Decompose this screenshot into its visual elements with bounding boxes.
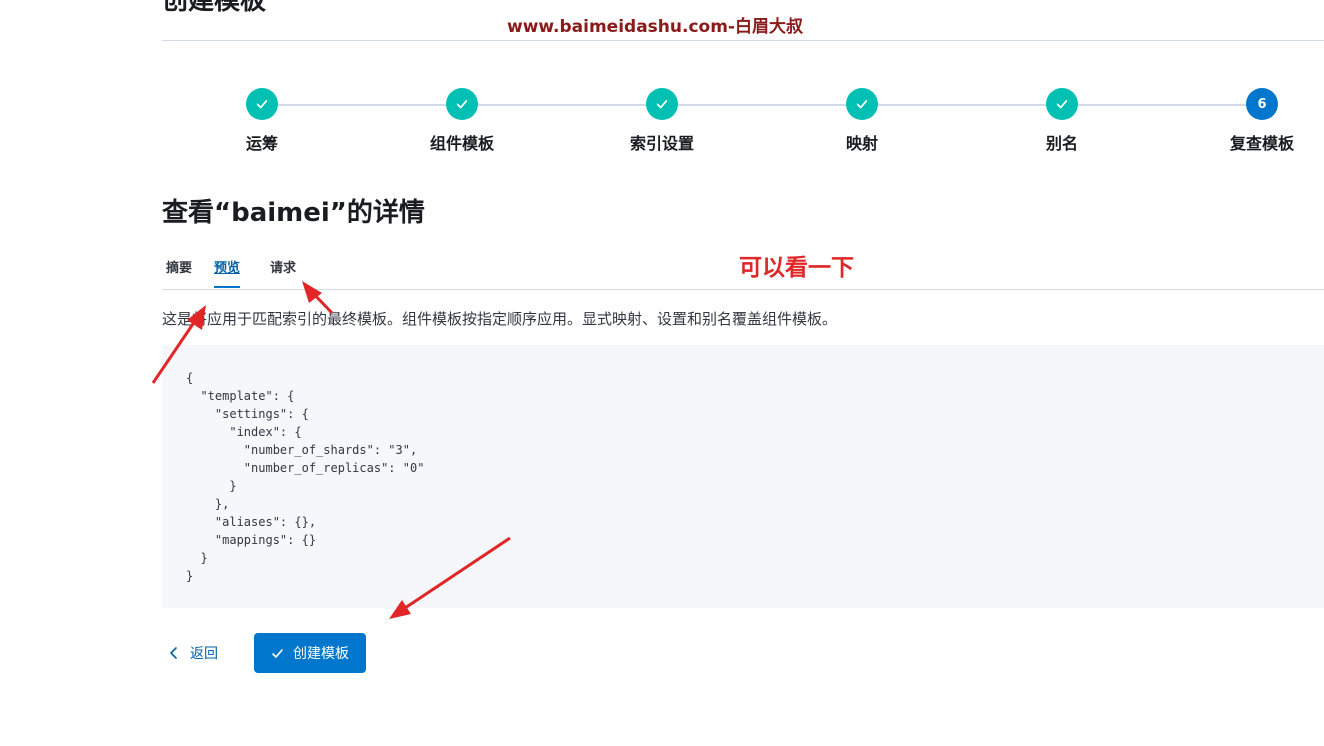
step-complete-icon bbox=[246, 88, 278, 120]
tab-request[interactable]: 请求 bbox=[270, 256, 296, 288]
preview-description: 这是将应用于匹配索引的最终模板。组件模板按指定顺序应用。显式映射、设置和别名覆盖… bbox=[162, 310, 838, 328]
step-complete-icon bbox=[646, 88, 678, 120]
step-label: 别名 bbox=[1045, 134, 1078, 153]
create-button-label: 创建模板 bbox=[293, 646, 349, 662]
page-title: 创建模板 bbox=[162, 0, 267, 16]
step-complete-icon bbox=[1046, 88, 1078, 120]
code-content: { "template": { "settings": { "index": {… bbox=[186, 371, 425, 583]
step-number: 6 bbox=[1246, 88, 1278, 120]
tab-preview[interactable]: 预览 bbox=[214, 256, 241, 288]
step-3[interactable]: 索引设置 bbox=[562, 88, 762, 154]
step-complete-icon bbox=[446, 88, 478, 120]
step-label: 复查模板 bbox=[1229, 134, 1294, 153]
watermark-text: www.baimeidashu.com-白眉大叔 bbox=[507, 17, 803, 37]
section-title: 查看“baimei”的详情 bbox=[162, 198, 425, 228]
step-label: 组件模板 bbox=[429, 134, 494, 153]
step-4[interactable]: 映射 bbox=[762, 88, 962, 154]
check-icon bbox=[272, 648, 283, 658]
template-preview-code: { "template": { "settings": { "index": {… bbox=[162, 345, 1324, 608]
step-label: 索引设置 bbox=[629, 134, 694, 153]
step-1[interactable]: 运筹 bbox=[162, 88, 362, 154]
title-divider bbox=[162, 40, 1324, 41]
step-2[interactable]: 组件模板 bbox=[362, 88, 562, 154]
step-label: 运筹 bbox=[245, 134, 278, 153]
step-complete-icon bbox=[846, 88, 878, 120]
annotation-note: 可以看一下 bbox=[739, 255, 854, 281]
back-button[interactable]: 返回 bbox=[168, 636, 218, 670]
step-5[interactable]: 别名 bbox=[962, 88, 1162, 154]
steps-progress: 运筹 组件模板 索引设置 映射 别名 6 复查模板 bbox=[162, 88, 1324, 158]
back-button-label: 返回 bbox=[190, 646, 218, 662]
chevron-left-icon bbox=[170, 647, 177, 659]
step-6: 6 复查模板 bbox=[1162, 88, 1324, 154]
step-label: 映射 bbox=[845, 134, 878, 153]
create-template-button[interactable]: 创建模板 bbox=[254, 633, 366, 673]
tab-summary[interactable]: 摘要 bbox=[166, 256, 192, 288]
